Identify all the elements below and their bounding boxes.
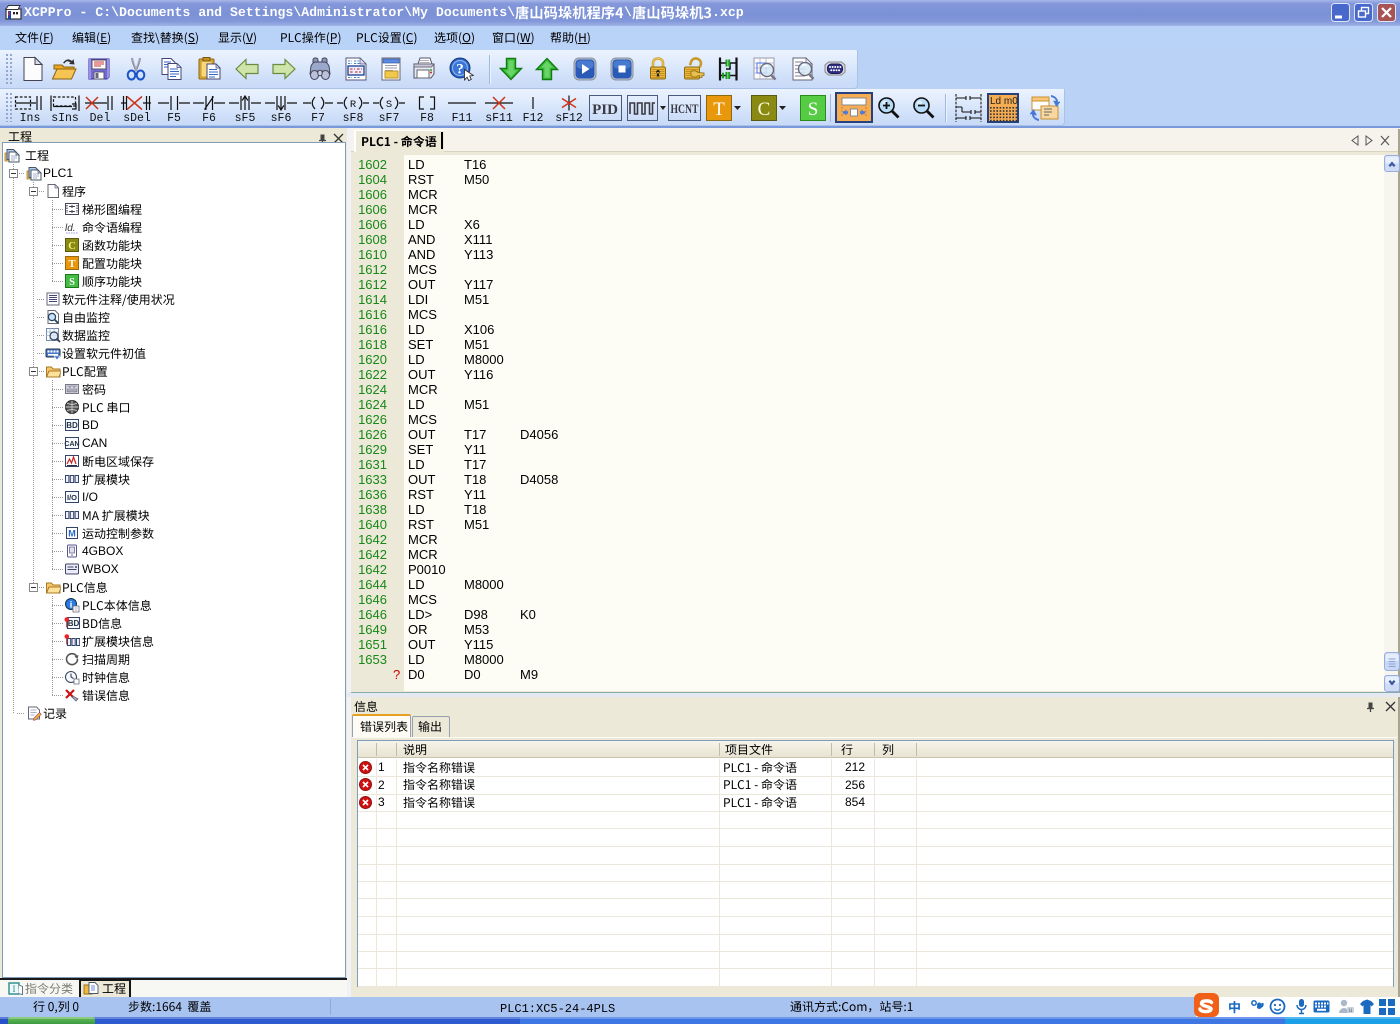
svg-text:I/O: I/O <box>67 493 77 502</box>
svg-text:S: S <box>808 99 819 120</box>
svg-text:C: C <box>758 99 771 120</box>
svg-text:S: S <box>386 99 392 111</box>
svg-text:ld.: ld. <box>65 223 76 234</box>
svg-text:***: *** <box>66 387 79 395</box>
svg-text:C: C <box>68 241 76 252</box>
svg-text:T: T <box>68 259 75 270</box>
svg-text:R: R <box>350 99 357 111</box>
svg-text:HCNT: HCNT <box>671 102 700 116</box>
svg-text:T: T <box>713 99 725 120</box>
svg-text:u: u <box>1349 1008 1352 1014</box>
svg-text:I: I <box>13 984 16 994</box>
svg-text:PID: PID <box>592 102 618 118</box>
svg-text:S: S <box>69 277 75 288</box>
svg-text:BD: BD <box>68 619 80 628</box>
svg-text:BD: BD <box>66 421 78 430</box>
svg-text:?: ? <box>456 62 464 78</box>
svg-text:CAN: CAN <box>64 441 79 448</box>
svg-text:M: M <box>68 529 76 539</box>
svg-text:Ld m0: Ld m0 <box>990 96 1018 107</box>
